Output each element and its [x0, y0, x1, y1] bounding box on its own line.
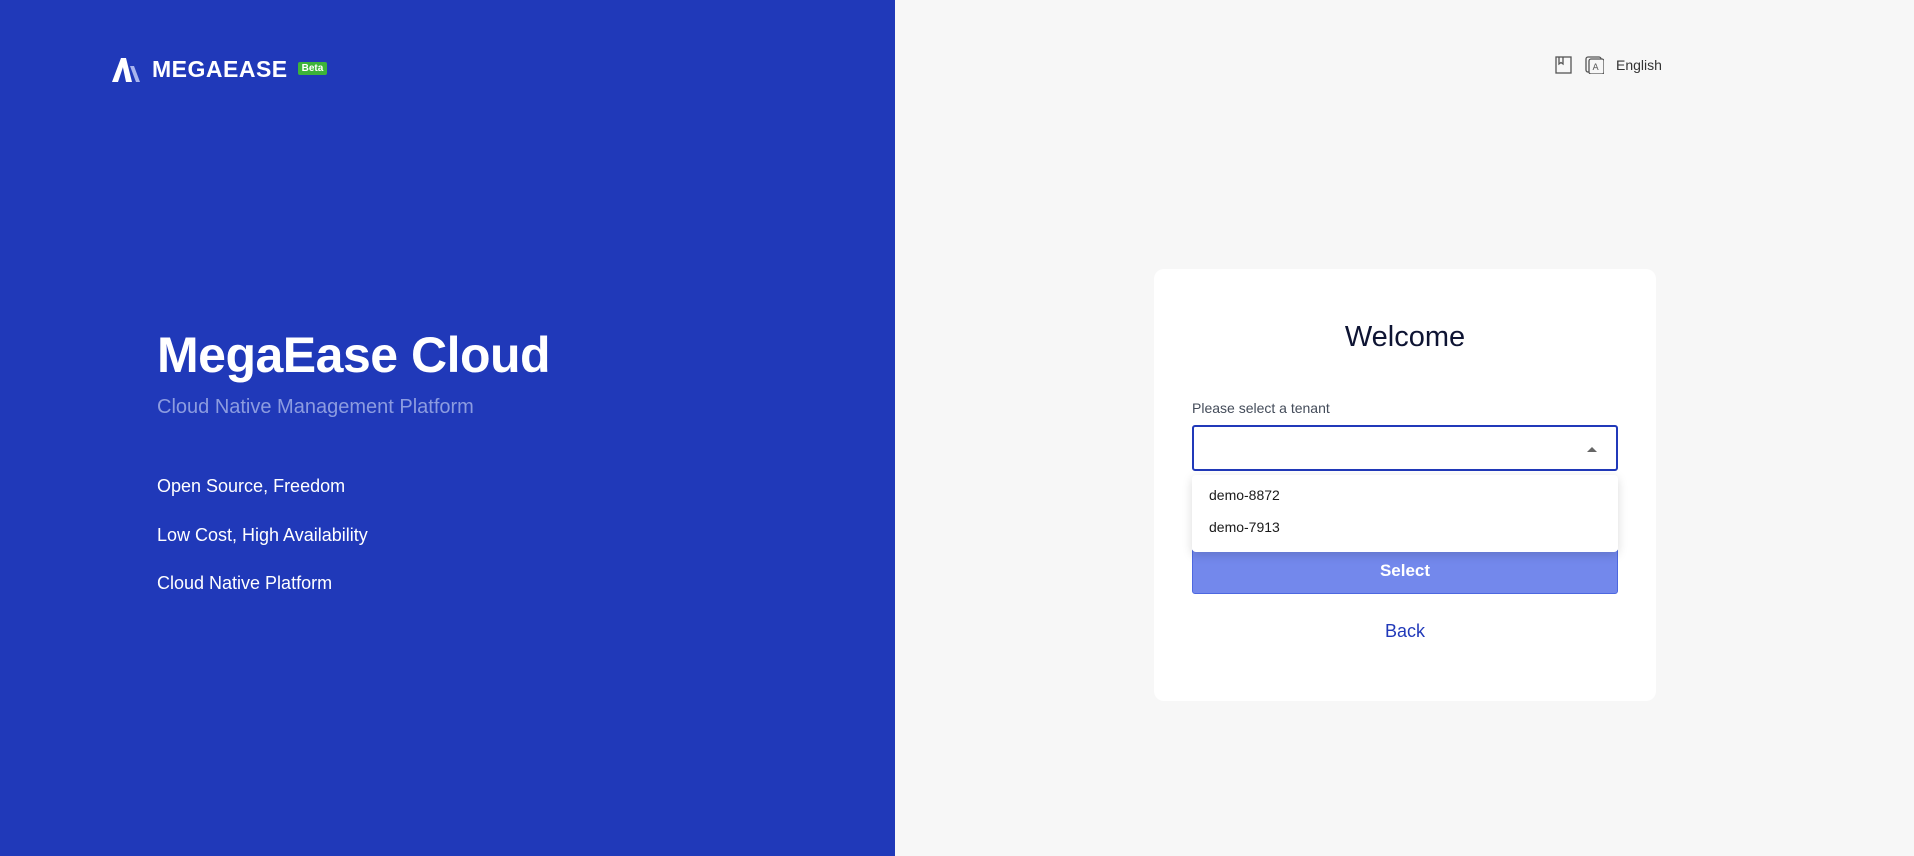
- book-icon[interactable]: [1554, 55, 1573, 74]
- caret-up-icon: [1587, 447, 1597, 452]
- beta-badge: Beta: [297, 62, 328, 75]
- select-button[interactable]: Select: [1192, 548, 1618, 594]
- translate-icon[interactable]: A: [1585, 55, 1604, 74]
- tenant-option[interactable]: demo-7913: [1192, 511, 1618, 543]
- tenant-select[interactable]: [1192, 425, 1618, 471]
- brand-panel: MEGAEASE Beta MegaEase Cloud Cloud Nativ…: [0, 0, 895, 856]
- feature-item: Low Cost, High Availability: [157, 524, 368, 545]
- card-title: Welcome: [1344, 321, 1466, 353]
- top-bar: A English: [1554, 55, 1662, 74]
- brand-name: MEGAEASE: [152, 56, 288, 82]
- hero-title: MegaEase Cloud: [157, 327, 551, 383]
- feature-list: Open Source, Freedom Low Cost, High Avai…: [157, 476, 368, 622]
- hero-subtitle: Cloud Native Management Platform: [157, 396, 474, 418]
- feature-item: Open Source, Freedom: [157, 476, 346, 496]
- logo[interactable]: MEGAEASE Beta: [112, 56, 328, 83]
- feature-item: Cloud Native Platform: [157, 573, 333, 593]
- megaease-logo-icon: [112, 57, 140, 82]
- language-selector[interactable]: English: [1616, 57, 1662, 73]
- tenant-option[interactable]: demo-8872: [1192, 479, 1618, 511]
- tenant-label: Please select a tenant: [1192, 400, 1330, 416]
- svg-text:A: A: [1593, 63, 1600, 73]
- tenant-dropdown: demo-8872 demo-7913: [1192, 475, 1618, 552]
- back-link[interactable]: Back: [1154, 621, 1656, 642]
